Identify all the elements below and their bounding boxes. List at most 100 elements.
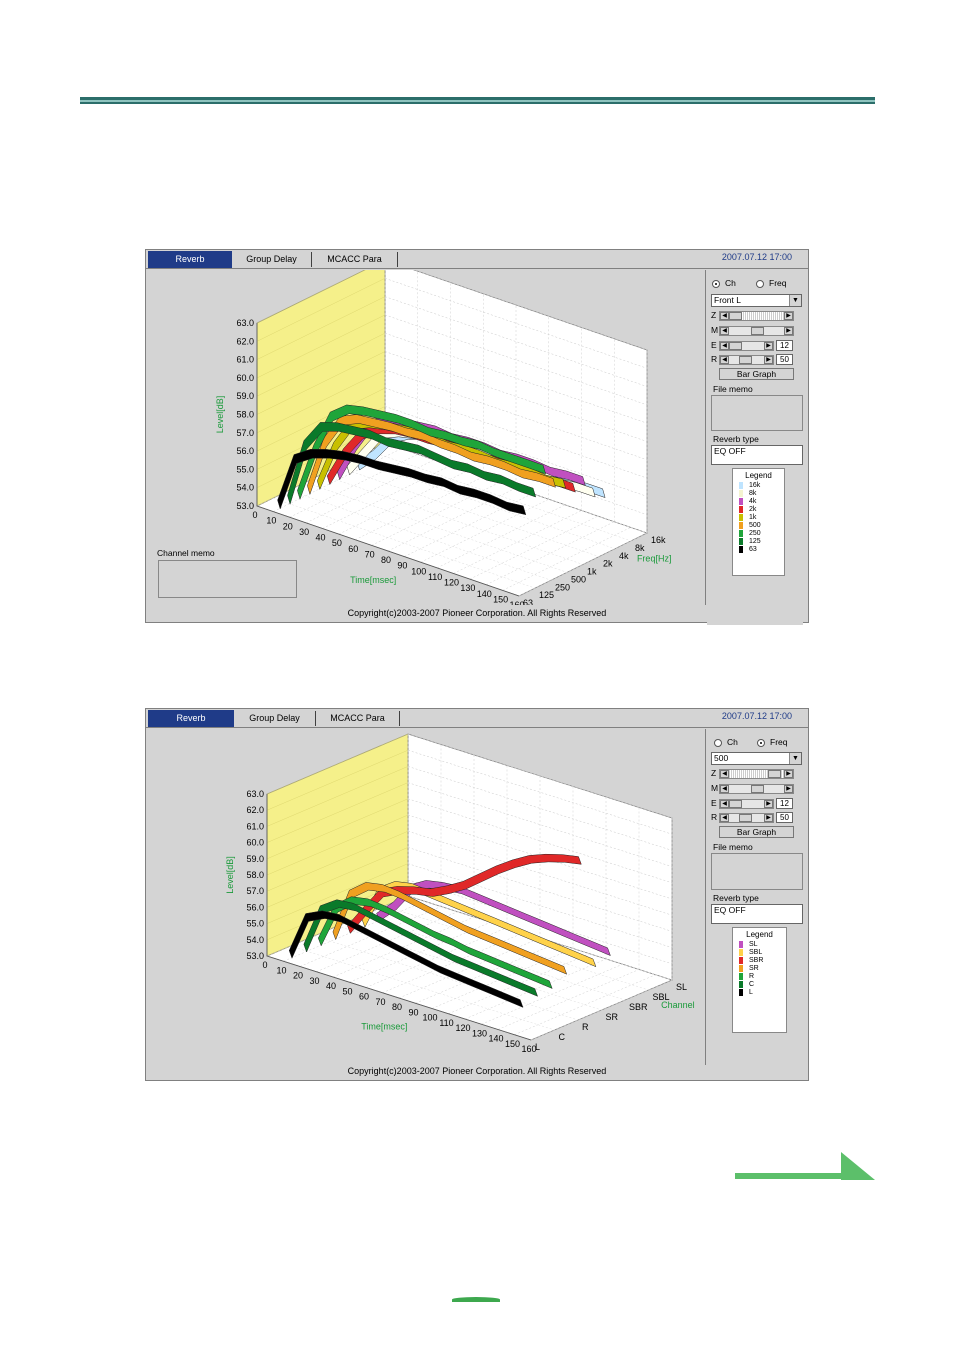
e-slider[interactable]: ◀ ▶ bbox=[719, 799, 774, 809]
m-slider[interactable]: ◀ ▶ bbox=[719, 784, 794, 794]
file-memo-field[interactable] bbox=[711, 395, 803, 431]
legend-item: C bbox=[739, 981, 754, 989]
x-tick-label: 70 bbox=[375, 997, 385, 1007]
r-value[interactable]: 50 bbox=[776, 354, 793, 365]
y-axis-title: Level[dB] bbox=[215, 396, 225, 434]
x-tick-label: 30 bbox=[299, 527, 309, 537]
m-slider[interactable]: ◀ ▶ bbox=[719, 326, 794, 336]
legend-swatch bbox=[739, 498, 743, 505]
frequency-select[interactable]: 500 ▼ bbox=[711, 752, 802, 765]
x-tick-label: 10 bbox=[276, 965, 286, 975]
slider-right-icon[interactable]: ▶ bbox=[784, 312, 793, 320]
e-slider[interactable]: ◀ ▶ bbox=[719, 341, 774, 351]
x-tick-label: 60 bbox=[359, 992, 369, 1002]
z-tick-label: L bbox=[535, 1042, 540, 1052]
x-tick-label: 70 bbox=[365, 549, 375, 559]
y-tick-label: 62.0 bbox=[246, 805, 264, 815]
y-tick-label: 55.0 bbox=[236, 464, 254, 474]
radio-freq[interactable] bbox=[756, 280, 764, 288]
z-tick-label: R bbox=[582, 1022, 589, 1032]
x-axis-title: Time[msec] bbox=[350, 575, 396, 585]
slider-m-label: M bbox=[711, 783, 719, 793]
slider-left-icon[interactable]: ◀ bbox=[720, 800, 729, 808]
radio-ch[interactable] bbox=[712, 280, 720, 288]
r-slider[interactable]: ◀ ▶ bbox=[719, 813, 774, 823]
slider-right-icon[interactable]: ▶ bbox=[784, 770, 793, 778]
slider-right-icon[interactable]: ▶ bbox=[764, 342, 773, 350]
file-memo-label: File memo bbox=[713, 842, 753, 852]
slider-left-icon[interactable]: ◀ bbox=[720, 342, 729, 350]
r-slider[interactable]: ◀ ▶ bbox=[719, 355, 774, 365]
legend-swatch bbox=[739, 981, 743, 988]
legend-swatch bbox=[739, 530, 743, 537]
legend-swatch bbox=[739, 482, 743, 489]
slider-thumb[interactable] bbox=[739, 356, 752, 364]
slider-r-label: R bbox=[711, 812, 718, 822]
slider-right-icon[interactable]: ▶ bbox=[764, 356, 773, 364]
tab-reverb[interactable]: Reverb bbox=[148, 251, 232, 268]
tab-group-delay[interactable]: Group Delay bbox=[232, 252, 312, 267]
slider-right-icon[interactable]: ▶ bbox=[764, 814, 773, 822]
slider-thumb[interactable] bbox=[768, 770, 781, 778]
legend-title: Legend bbox=[746, 930, 773, 939]
legend-item: 250 bbox=[739, 530, 761, 538]
slider-thumb[interactable] bbox=[739, 814, 752, 822]
arrow-shaft bbox=[735, 1173, 845, 1179]
radio-ch[interactable] bbox=[714, 739, 722, 747]
slider-thumb[interactable] bbox=[729, 800, 742, 808]
legend-item: SBL bbox=[739, 949, 762, 957]
y-tick-label: 59.0 bbox=[236, 391, 254, 401]
slider-thumb[interactable] bbox=[729, 342, 742, 350]
plot-area: 63.0 62.0 61.0 60.0 59.0 58.0 57.0 56.0 55.0 54.0… bbox=[149, 270, 706, 605]
bar-graph-button[interactable]: Bar Graph bbox=[719, 826, 794, 838]
legend-item: SBR bbox=[739, 957, 763, 965]
tab-mcacc-para[interactable]: MCACC Para bbox=[312, 252, 398, 267]
x-tick-label: 120 bbox=[455, 1023, 470, 1033]
slider-thumb[interactable] bbox=[729, 312, 742, 320]
legend-swatch bbox=[739, 965, 743, 972]
file-memo-field[interactable] bbox=[711, 853, 803, 890]
slider-right-icon[interactable]: ▶ bbox=[784, 785, 793, 793]
e-value[interactable]: 12 bbox=[776, 798, 793, 809]
arrow-right-icon[interactable] bbox=[735, 1152, 875, 1182]
y-tick-label: 54.0 bbox=[236, 483, 254, 493]
slider-left-icon[interactable]: ◀ bbox=[720, 312, 729, 320]
slider-left-icon[interactable]: ◀ bbox=[720, 327, 729, 335]
e-value[interactable]: 12 bbox=[776, 340, 793, 351]
radio-freq[interactable] bbox=[757, 739, 765, 747]
tab-mcacc-para[interactable]: MCACC Para bbox=[316, 711, 400, 726]
channel-memo-field[interactable] bbox=[158, 560, 297, 598]
y-tick-label: 59.0 bbox=[246, 854, 264, 864]
slider-thumb[interactable] bbox=[751, 327, 764, 335]
legend-swatch bbox=[739, 546, 743, 553]
chevron-down-icon[interactable]: ▼ bbox=[789, 753, 801, 764]
zoom-slider[interactable]: ◀ ▶ bbox=[719, 769, 794, 779]
tab-reverb[interactable]: Reverb bbox=[148, 710, 234, 727]
slider-left-icon[interactable]: ◀ bbox=[720, 770, 729, 778]
r-value[interactable]: 50 bbox=[776, 812, 793, 823]
reverb-type-label: Reverb type bbox=[713, 893, 759, 903]
zoom-slider[interactable]: ◀ ▶ bbox=[719, 311, 794, 321]
slider-thumb[interactable] bbox=[751, 785, 764, 793]
x-tick-label: 10 bbox=[266, 516, 276, 526]
channel-select[interactable]: Front L ▼ bbox=[711, 294, 802, 307]
legend-label: 1k bbox=[749, 514, 757, 521]
legend-label: 500 bbox=[749, 522, 761, 529]
bar-graph-button[interactable]: Bar Graph bbox=[719, 368, 794, 380]
chevron-down-icon[interactable]: ▼ bbox=[789, 295, 801, 306]
legend-label: R bbox=[749, 973, 755, 980]
slider-left-icon[interactable]: ◀ bbox=[720, 785, 729, 793]
z-tick-label: 2k bbox=[603, 559, 613, 569]
view-mode-group: Ch Freq Front L ▼ Z ◀ ▶ M ◀ ▶ E ◀ ▶ 12 R… bbox=[707, 270, 803, 625]
tab-bar: Reverb Group Delay MCACC Para 2007.07.12… bbox=[146, 250, 808, 269]
z-tick-label: 63 bbox=[523, 598, 533, 605]
x-tick-label: 150 bbox=[493, 594, 508, 604]
slider-right-icon[interactable]: ▶ bbox=[784, 327, 793, 335]
slider-right-icon[interactable]: ▶ bbox=[764, 800, 773, 808]
file-memo-label: File memo bbox=[713, 384, 753, 394]
legend-label: 2k bbox=[749, 506, 757, 513]
copyright-footer: Copyright(c)2003-2007 Pioneer Corporatio… bbox=[347, 1066, 607, 1076]
slider-left-icon[interactable]: ◀ bbox=[720, 814, 729, 822]
slider-left-icon[interactable]: ◀ bbox=[720, 356, 729, 364]
tab-group-delay[interactable]: Group Delay bbox=[234, 711, 316, 726]
